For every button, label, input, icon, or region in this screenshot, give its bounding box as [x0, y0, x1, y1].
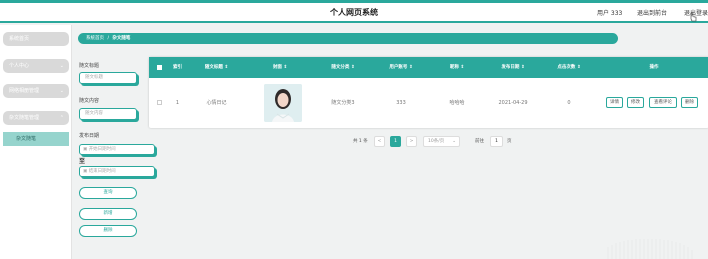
row-checkbox[interactable]	[157, 100, 162, 105]
breadcrumb-current: 杂文随笔	[112, 36, 131, 41]
row-delete-button[interactable]: 删除	[681, 97, 698, 108]
sidebar-item-album-management[interactable]: 网络相册管理 ⌄	[3, 84, 69, 98]
page-size-select[interactable]: 10条/页 ⌄	[423, 136, 460, 147]
column-clicks[interactable]: 点击次数 ⇕	[541, 57, 597, 78]
row-category: 随文分类3	[331, 100, 355, 106]
start-date-input[interactable]: ▣ 开始日期时间	[79, 144, 155, 155]
column-actions: 操作	[649, 65, 659, 70]
breadcrumb-separator: /	[107, 36, 109, 41]
next-page-button[interactable]: >	[406, 136, 417, 147]
details-button[interactable]: 详情	[606, 97, 623, 108]
goto-page-input[interactable]: 1	[490, 136, 503, 147]
column-nickname[interactable]: 昵称 ⇕	[429, 57, 485, 78]
page-1-button[interactable]: 1	[390, 136, 401, 147]
chevron-down-icon: ⌄	[452, 139, 456, 144]
select-all-checkbox[interactable]	[157, 65, 162, 70]
row-date: 2021-04-29	[498, 100, 528, 106]
end-date-input[interactable]: ▣ 结束日期时间	[79, 166, 155, 177]
sidebar-item-essay-management[interactable]: 杂文随笔管理 ⌃	[3, 111, 69, 125]
column-account[interactable]: 用户账号 ⇕	[373, 57, 429, 78]
table-header: 索引 随文标题 ⇕ 封面 ⇕ 随文分类 ⇕ 用户账号 ⇕ 昵称 ⇕ 发布日期 ⇕…	[149, 57, 708, 78]
row-clicks: 0	[567, 100, 571, 106]
row-index: 1	[175, 100, 180, 106]
delete-button[interactable]: 删除	[79, 225, 137, 237]
sidebar-subitem-essays[interactable]: 杂文随笔	[3, 132, 69, 146]
chevron-down-icon: ⌄	[59, 88, 64, 94]
sidebar-subitem-label: 杂文随笔	[16, 136, 37, 142]
decorative-stripes	[607, 239, 693, 259]
breadcrumb: 系统首页 / 杂文随笔	[78, 33, 618, 44]
view-comments-button[interactable]: 查看评论	[649, 97, 677, 108]
column-index: 索引	[173, 65, 182, 70]
back-to-home-link[interactable]: 退出到前台	[637, 8, 667, 17]
table-row: 1 心情日记 随文分类3 333 哈哈哈 2021-04-29 0 详情 修改 …	[149, 78, 708, 128]
sidebar-item-label: 网络相册管理	[9, 88, 40, 94]
cover-image	[264, 84, 302, 122]
top-navigation-bar: 个人网页系统 用户 333 退出到前台 退出登录	[0, 0, 708, 23]
page-size-value: 10条/页	[428, 139, 445, 144]
row-account: 333	[396, 100, 406, 106]
date-range-separator: 至	[79, 158, 86, 165]
hand-cursor-icon	[690, 12, 697, 22]
column-title[interactable]: 随文标题 ⇕	[189, 57, 244, 78]
chevron-up-icon: ⌃	[59, 115, 64, 121]
row-nickname: 哈哈哈	[449, 100, 465, 106]
sidebar-item-label: 个人中心	[9, 63, 30, 69]
sidebar-item-label: 系统首页	[9, 36, 30, 42]
date-label: 发布日期	[79, 133, 100, 139]
sidebar: 系统首页 个人中心 ⌄ 网络相册管理 ⌄ 杂文随笔管理 ⌃ 杂文随笔	[0, 25, 72, 259]
query-button[interactable]: 查询	[79, 187, 137, 199]
add-button[interactable]: 新增	[79, 208, 137, 220]
chevron-down-icon: ⌄	[59, 63, 64, 69]
user-info: 用户 333	[597, 10, 623, 17]
portrait-thumbnail	[264, 84, 302, 122]
column-cover[interactable]: 封面 ⇕	[247, 57, 313, 78]
start-date-placeholder: 开始日期时间	[88, 147, 116, 152]
title-search-input[interactable]: 随文标题	[79, 72, 137, 84]
data-table: 索引 随文标题 ⇕ 封面 ⇕ 随文分类 ⇕ 用户账号 ⇕ 昵称 ⇕ 发布日期 ⇕…	[149, 57, 708, 128]
column-date[interactable]: 发布日期 ⇕	[485, 57, 541, 78]
row-title: 心情日记	[206, 100, 227, 106]
page-unit: 页	[507, 139, 512, 144]
column-category[interactable]: 随文分类 ⇕	[313, 57, 373, 78]
total-count: 共 1 条	[353, 139, 368, 144]
end-date-placeholder: 结束日期时间	[88, 169, 116, 174]
goto-label: 前往	[475, 139, 484, 144]
title-label: 随文标题	[79, 63, 100, 69]
content-search-input[interactable]: 随文内容	[79, 108, 137, 120]
sidebar-item-personal-center[interactable]: 个人中心 ⌄	[3, 59, 69, 73]
sidebar-item-label: 杂文随笔管理	[9, 115, 40, 121]
breadcrumb-home[interactable]: 系统首页	[86, 36, 104, 41]
sidebar-item-dashboard[interactable]: 系统首页	[3, 32, 69, 46]
content-label: 随文内容	[79, 98, 100, 104]
prev-page-button[interactable]: <	[374, 136, 385, 147]
edit-button[interactable]: 修改	[627, 97, 644, 108]
